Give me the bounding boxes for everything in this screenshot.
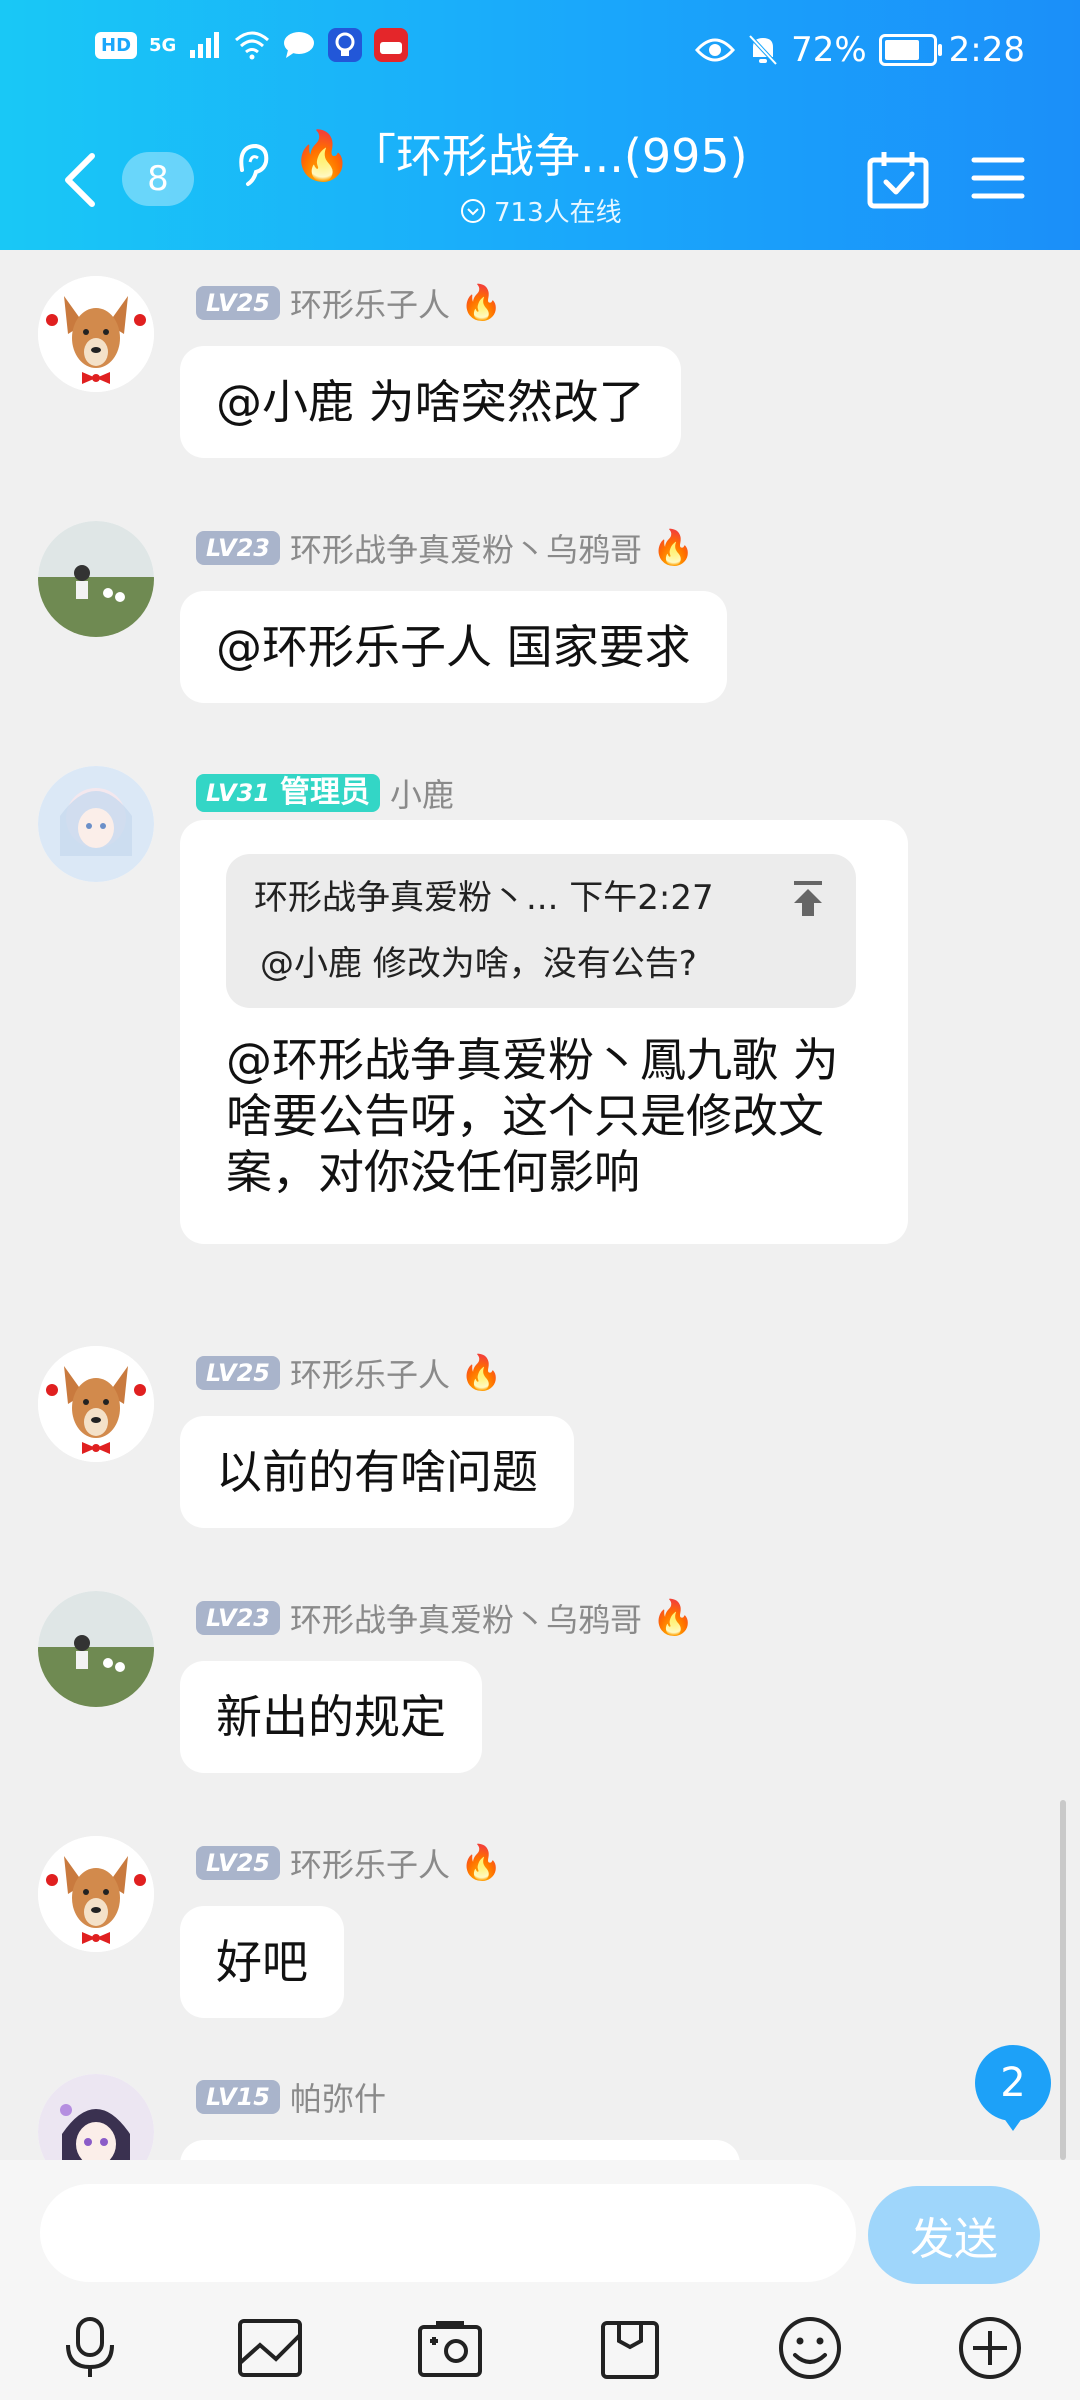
message-bubble[interactable]: @环形乐子人 国家要求 bbox=[180, 591, 727, 703]
gift-box-icon[interactable] bbox=[590, 2308, 670, 2388]
mute-bell-icon bbox=[748, 34, 778, 66]
avatar-anime-girl[interactable] bbox=[38, 766, 154, 882]
input-toolbar bbox=[0, 2300, 1080, 2400]
message-bubble[interactable]: 好吧 bbox=[180, 1906, 344, 2018]
level-badge: LV25 bbox=[196, 1356, 280, 1390]
input-bar: 发送 bbox=[0, 2160, 1080, 2400]
menu-icon[interactable] bbox=[970, 150, 1026, 206]
message-item: LV25 环形乐子人 🔥 好吧 bbox=[0, 1820, 1080, 2060]
camera-icon[interactable] bbox=[410, 2308, 490, 2388]
message-bubble[interactable]: @小鹿 为啥突然改了 bbox=[180, 346, 681, 458]
avatar-dog[interactable] bbox=[38, 1836, 154, 1952]
quote-text: @小鹿 修改为啥，没有公告? bbox=[260, 944, 697, 984]
plus-icon[interactable] bbox=[950, 2308, 1030, 2388]
admin-label: 管理员 bbox=[279, 775, 370, 810]
bulb-app-icon bbox=[328, 28, 363, 62]
avatar-field-photo[interactable] bbox=[38, 1591, 154, 1707]
quoted-message[interactable]: 环形战争真爱粉丶... 下午2:27 @小鹿 修改为啥，没有公告? bbox=[226, 854, 856, 1008]
message-item: LV15 帕弥什 bbox=[0, 2058, 1080, 2160]
sender-name[interactable]: 环形战争真爱粉丶乌鸦哥 bbox=[290, 525, 642, 571]
eye-icon bbox=[695, 38, 736, 62]
send-button[interactable]: 发送 bbox=[868, 2186, 1040, 2284]
sender-name[interactable]: 小鹿 bbox=[390, 770, 454, 816]
message-text: @环形战争真爱粉丶鳳九歌 为啥要公告呀，这个只是修改文案，对你没任何影响 bbox=[226, 1033, 839, 1199]
fire-icon: 🔥 bbox=[459, 1353, 503, 1393]
signal-icon bbox=[190, 32, 220, 58]
chat-header: HD 5G 72% 2:28 8 🔥 「环形战争...(995) 713人在线 bbox=[0, 0, 1080, 250]
microphone-icon[interactable] bbox=[50, 2308, 130, 2388]
wifi-icon bbox=[235, 31, 270, 60]
ear-icon[interactable] bbox=[232, 140, 272, 190]
hd-indicator: HD bbox=[95, 31, 138, 59]
scrollbar[interactable] bbox=[1060, 1800, 1066, 2160]
avatar-field-photo[interactable] bbox=[38, 521, 154, 637]
level-badge: LV23 bbox=[196, 1601, 280, 1635]
level-badge: LV25 bbox=[196, 286, 280, 320]
emoji-icon[interactable] bbox=[770, 2308, 850, 2388]
message-item: LV23 环形战争真爱粉丶乌鸦哥 🔥 新出的规定 bbox=[0, 1575, 1080, 1815]
jump-to-top-icon[interactable] bbox=[788, 878, 828, 918]
nav-bar: 8 🔥 「环形战争...(995) 713人在线 bbox=[0, 120, 1080, 230]
admin-badge: LV31 管理员 bbox=[196, 774, 380, 812]
battery-icon bbox=[878, 34, 942, 66]
level-badge: LV31 bbox=[206, 779, 270, 807]
fire-icon: 🔥 bbox=[459, 283, 503, 323]
level-badge: LV15 bbox=[196, 2080, 280, 2114]
message-notification-icon bbox=[284, 32, 315, 58]
group-title[interactable]: 「环形战争...(995) bbox=[350, 130, 748, 182]
fire-icon: 🔥 bbox=[292, 128, 352, 184]
level-badge: LV23 bbox=[196, 531, 280, 565]
battery-percent: 72% bbox=[791, 30, 867, 70]
clock: 2:28 bbox=[948, 30, 1025, 70]
message-item: LV25 环形乐子人 🔥 @小鹿 为啥突然改了 bbox=[0, 260, 1080, 500]
back-arrow-icon[interactable] bbox=[60, 152, 100, 208]
signal-label: 5G bbox=[149, 34, 177, 56]
calendar-check-icon[interactable] bbox=[866, 150, 930, 210]
message-bubble[interactable]: 以前的有啥问题 bbox=[180, 1416, 574, 1528]
sender-name[interactable]: 帕弥什 bbox=[290, 2074, 386, 2120]
avatar-anime-girl[interactable] bbox=[38, 2074, 154, 2160]
fire-icon: 🔥 bbox=[459, 1843, 503, 1883]
message-item: LV23 环形战争真爱粉丶乌鸦哥 🔥 @环形乐子人 国家要求 bbox=[0, 505, 1080, 745]
sender-name[interactable]: 环形战争真爱粉丶乌鸦哥 bbox=[290, 1595, 642, 1641]
online-count[interactable]: 713人在线 bbox=[460, 192, 622, 229]
status-bar: HD 5G 72% 2:28 bbox=[0, 0, 1080, 100]
message-bubble[interactable]: 新出的规定 bbox=[180, 1661, 482, 1773]
sender-name[interactable]: 环形乐子人 bbox=[290, 1840, 450, 1886]
sender-name[interactable]: 环形乐子人 bbox=[290, 1350, 450, 1396]
chevron-down-circle-icon bbox=[461, 198, 485, 223]
unread-count-badge[interactable]: 8 bbox=[122, 152, 194, 206]
avatar-dog[interactable] bbox=[38, 1346, 154, 1462]
message-bubble[interactable]: 环形战争真爱粉丶... 下午2:27 @小鹿 修改为啥，没有公告? @环形战争真… bbox=[180, 820, 908, 1244]
message-list[interactable]: LV25 环形乐子人 🔥 @小鹿 为啥突然改了 LV23 环形战争真爱粉丶乌鸦哥… bbox=[0, 250, 1080, 2160]
new-message-count-badge[interactable]: 2 bbox=[975, 2045, 1051, 2131]
sender-name[interactable]: 环形乐子人 bbox=[290, 280, 450, 326]
tmall-app-icon bbox=[374, 28, 409, 62]
message-input[interactable] bbox=[40, 2184, 856, 2282]
avatar-dog[interactable] bbox=[38, 276, 154, 392]
quote-header: 环形战争真爱粉丶... 下午2:27 bbox=[254, 878, 714, 918]
fire-icon: 🔥 bbox=[651, 528, 695, 568]
message-bubble[interactable] bbox=[180, 2140, 740, 2160]
message-item: LV25 环形乐子人 🔥 以前的有啥问题 bbox=[0, 1330, 1080, 1570]
fire-icon: 🔥 bbox=[651, 1598, 695, 1638]
online-count-label: 713人在线 bbox=[494, 198, 622, 228]
level-badge: LV25 bbox=[196, 1846, 280, 1880]
image-icon[interactable] bbox=[230, 2308, 310, 2388]
